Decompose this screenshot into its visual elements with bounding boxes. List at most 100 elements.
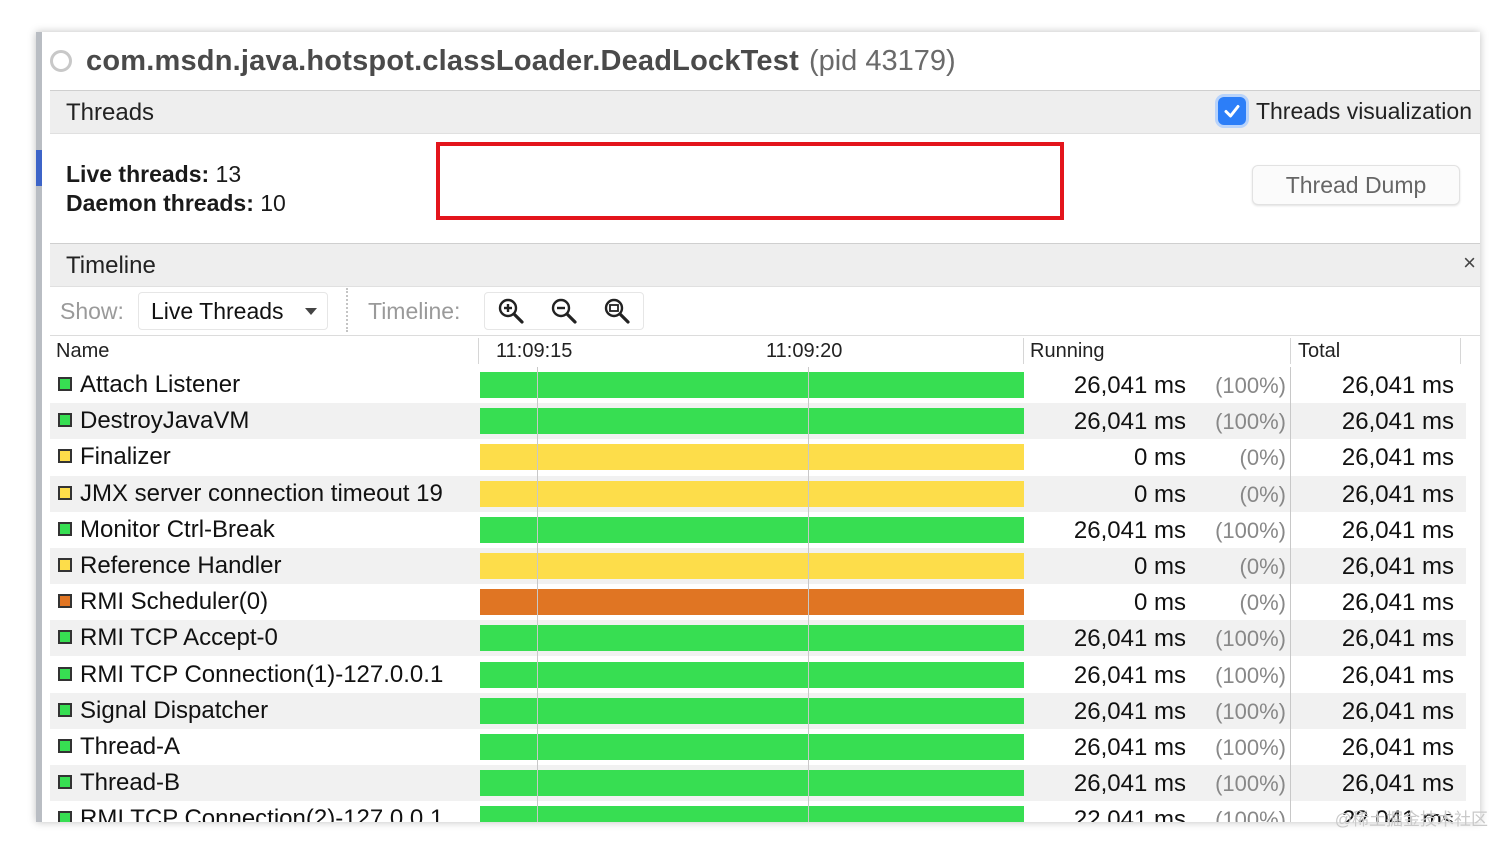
thread-name: DestroyJavaVM	[80, 407, 250, 434]
table-row[interactable]: RMI TCP Connection(1)-127.0.0.1 26,041 ms…	[50, 657, 1466, 693]
live-threads-label: Live threads:	[66, 161, 210, 187]
running-percent: (100%)	[1215, 771, 1286, 796]
running-time: 26,041 ms	[1073, 734, 1186, 761]
column-divider[interactable]	[478, 338, 479, 364]
table-row[interactable]: Monitor Ctrl-Break 26,041 ms (100%) 26,041 …	[50, 512, 1466, 548]
threads-visualization-toggle[interactable]: Threads visualization	[1217, 97, 1472, 125]
table-row[interactable]: JMX server connection timeout 19 0 ms (0%)…	[50, 476, 1466, 512]
thread-state-icon	[58, 739, 72, 753]
total-time: 26,041 ms	[1341, 662, 1454, 689]
thread-state-icon	[58, 594, 72, 608]
threads-header-label: Threads	[66, 99, 155, 126]
running-time: 26,041 ms	[1073, 517, 1186, 544]
running-time: 26,041 ms	[1073, 372, 1186, 399]
column-header-name[interactable]: Name	[56, 340, 109, 363]
running-percent: (100%)	[1215, 373, 1286, 398]
thread-timeline-bar	[480, 770, 1024, 796]
table-row[interactable]: Thread-B 26,041 ms (100%) 26,041 ms	[50, 765, 1466, 801]
app-window: com.msdn.java.hotspot.classLoader.DeadLo…	[36, 32, 1480, 822]
zoom-controls	[484, 292, 644, 330]
timeline-label: Timeline:	[368, 298, 461, 324]
column-header-running[interactable]: Running	[1030, 340, 1105, 363]
thread-state-icon	[58, 449, 72, 463]
thread-name: Monitor Ctrl-Break	[80, 516, 275, 543]
thread-name: RMI TCP Connection(1)-127.0.0.1	[80, 661, 444, 688]
running-percent: (100%)	[1215, 626, 1286, 651]
total-time: 26,041 ms	[1341, 372, 1454, 399]
timeline-toolbar: Show: Live Threads Timeline:	[50, 288, 1480, 336]
zoom-fit-icon[interactable]	[590, 293, 643, 329]
left-edge-marker	[36, 150, 42, 186]
total-time: 26,041 ms	[1341, 698, 1454, 725]
running-percent: (100%)	[1215, 518, 1286, 543]
threads-section-header: Threads Threads visualization	[50, 90, 1480, 134]
running-percent: (0%)	[1239, 445, 1286, 470]
thread-state-icon	[58, 486, 72, 500]
running-percent: (0%)	[1239, 482, 1286, 507]
checkbox-checked-icon[interactable]	[1217, 97, 1246, 125]
thread-timeline-bar	[480, 806, 1024, 822]
status-circle-icon	[50, 50, 72, 72]
timeline-tick-1: 11:09:15	[496, 340, 573, 362]
timeline-header-label: Timeline	[66, 252, 156, 279]
daemon-threads-label: Daemon threads:	[66, 190, 254, 216]
toolbar-divider	[346, 288, 348, 332]
table-row[interactable]: Thread-A 26,041 ms (100%) 26,041 ms	[50, 729, 1466, 765]
total-time: 26,041 ms	[1341, 734, 1454, 761]
title-bar: com.msdn.java.hotspot.classLoader.DeadLo…	[50, 40, 1470, 82]
thread-state-icon	[58, 775, 72, 789]
table-row[interactable]: Signal Dispatcher 26,041 ms (100%) 26,041 m…	[50, 693, 1466, 729]
column-divider[interactable]	[1290, 338, 1291, 364]
timeline-tick-2: 11:09:20	[766, 340, 843, 362]
thread-timeline-bar	[480, 589, 1024, 615]
show-filter-select[interactable]: Live Threads	[138, 292, 328, 330]
thread-timeline-bar	[480, 625, 1024, 651]
running-time: 26,041 ms	[1073, 770, 1186, 797]
daemon-threads-value: 10	[260, 190, 286, 216]
thread-state-icon	[58, 558, 72, 572]
zoom-out-icon[interactable]	[538, 293, 591, 329]
table-row[interactable]: Attach Listener 26,041 ms (100%) 26,041 ms	[50, 367, 1466, 403]
thread-name: Reference Handler	[80, 552, 282, 579]
thread-dump-button[interactable]: Thread Dump	[1252, 165, 1460, 205]
table-row[interactable]: Reference Handler 0 ms (0%) 26,041 ms	[50, 548, 1466, 584]
live-threads-value: 13	[215, 161, 242, 187]
total-time: 26,041 ms	[1341, 481, 1454, 508]
running-time: 0 ms	[1133, 481, 1186, 508]
running-time: 26,041 ms	[1073, 408, 1186, 435]
table-row[interactable]: DestroyJavaVM 26,041 ms (100%) 26,041 ms	[50, 403, 1466, 439]
thread-state-icon	[58, 413, 72, 427]
thread-name: JMX server connection timeout 19	[80, 480, 443, 507]
zoom-in-icon[interactable]	[485, 293, 538, 329]
thread-name: RMI Scheduler(0)	[80, 588, 269, 615]
process-id: (pid 43179)	[808, 44, 956, 77]
column-divider[interactable]	[1023, 338, 1024, 364]
app-title: com.msdn.java.hotspot.classLoader.DeadLo…	[86, 44, 799, 77]
table-row[interactable]: RMI TCP Connection(2)-127.0.0.1 22,041 ms…	[50, 801, 1466, 822]
running-percent: (100%)	[1215, 807, 1286, 822]
running-percent: (100%)	[1215, 699, 1286, 724]
table-row[interactable]: RMI TCP Accept-0 26,041 ms (100%) 26,041 ms	[50, 620, 1466, 656]
thread-name: Thread-B	[80, 769, 181, 796]
thread-name: Finalizer	[80, 443, 171, 470]
table-row[interactable]: RMI Scheduler(0) 0 ms (0%) 26,041 ms	[50, 584, 1466, 620]
running-percent: (0%)	[1239, 554, 1286, 579]
table-header: Name 11:09:15 11:09:20 Running Total	[50, 336, 1466, 366]
running-percent: (0%)	[1239, 590, 1286, 615]
column-divider[interactable]	[1460, 338, 1461, 364]
thread-name: RMI TCP Accept-0	[80, 624, 278, 651]
running-time: 0 ms	[1133, 444, 1186, 471]
thread-timeline-bar	[480, 662, 1024, 688]
thread-timeline-bar	[480, 481, 1024, 507]
table-row[interactable]: Finalizer 0 ms (0%) 26,041 ms	[50, 439, 1466, 475]
total-time: 26,041 ms	[1341, 553, 1454, 580]
running-time: 22,041 ms	[1073, 806, 1186, 822]
threads-visualization-label: Threads visualization	[1255, 97, 1472, 124]
close-icon[interactable]: ×	[1463, 250, 1476, 276]
thread-state-icon	[58, 377, 72, 391]
thread-timeline-bar	[480, 372, 1024, 398]
column-header-total[interactable]: Total	[1298, 340, 1340, 363]
thread-timeline-bar	[480, 734, 1024, 760]
total-time: 26,041 ms	[1341, 770, 1454, 797]
running-time: 0 ms	[1133, 589, 1186, 616]
